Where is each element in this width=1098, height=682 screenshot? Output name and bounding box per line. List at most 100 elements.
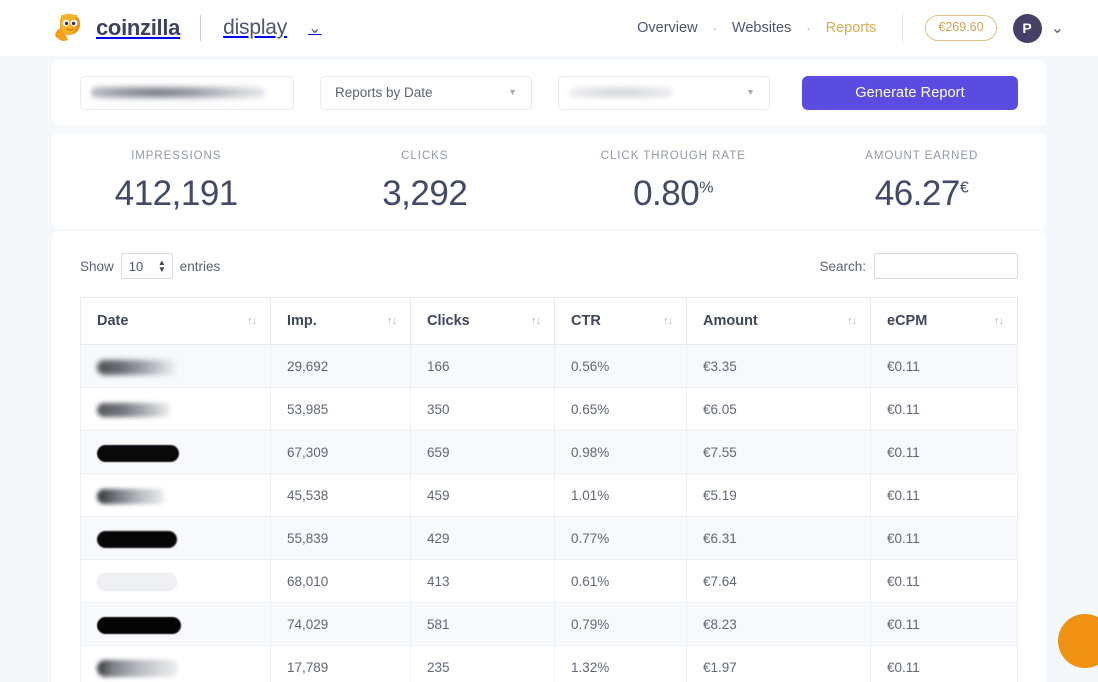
balance-badge[interactable]: €269.60 [925,15,997,41]
cell-clicks: 350 [410,387,555,431]
reports-table-card: Show 10 ▲ ▼ entries Search: Date ↑↓ Imp.… [52,231,1046,682]
cell-clicks: 413 [410,559,555,603]
cell-clicks: 235 [410,645,555,682]
column-header-imp[interactable]: Imp. ↑↓ [270,297,411,345]
cell-date [80,602,271,646]
generate-report-button[interactable]: Generate Report [802,75,1018,110]
main-nav: Overview · Websites · Reports €269.60 P … [635,13,1064,43]
cell-imp: 17,789 [270,645,411,682]
cell-date [80,559,271,603]
table-body: 29,692 166 0.56% €3.35 €0.11 53,985 350 0.65% €6… [80,344,1018,682]
chevron-down-icon: ▼ [746,87,755,97]
column-header-date[interactable]: Date ↑↓ [80,297,271,345]
cell-date [80,344,271,388]
account-menu[interactable]: P ⌄ [1012,13,1064,43]
stat-impressions: IMPRESSIONS 412,191 [52,149,301,214]
report-type-select[interactable]: Reports by Date ▼ [320,75,532,110]
nav-item-overview[interactable]: Overview [635,20,699,36]
table-row: 17,789 235 1.32% €1.97 €0.11 [80,645,1018,682]
redaction-overlay [97,444,179,462]
redaction-overlay [569,85,673,99]
nav-item-websites[interactable]: Websites [730,20,793,36]
column-header-amount[interactable]: Amount ↑↓ [686,297,871,345]
cell-imp: 68,010 [270,559,411,603]
stat-value: 46.27€ [874,174,969,214]
sort-icon: ↑↓ [663,315,673,327]
cell-ctr: 0.79% [554,602,687,646]
stat-label: CLICKS [401,149,449,162]
cell-ctr: 0.61% [554,559,687,603]
nav-separator-dot: · [712,20,717,36]
sort-icon: ↑↓ [387,315,397,327]
redaction-overlay [97,488,167,504]
column-header-clicks[interactable]: Clicks ↑↓ [410,297,555,345]
avatar: P [1012,13,1042,43]
cell-amount: €6.05 [686,387,871,431]
cell-ctr: 0.56% [554,344,687,388]
nav-divider [902,13,904,43]
website-select[interactable]: ▼ [558,75,770,110]
entries-per-page-select[interactable]: 10 ▲ ▼ [120,253,173,279]
sort-icon: ↑↓ [247,315,257,327]
page-content: Reports by Date ▼ ▼ Generate Report IMPR… [0,60,1098,682]
cell-clicks: 581 [410,602,555,646]
cell-imp: 45,538 [270,473,411,517]
cell-amount: €7.55 [686,430,871,474]
cell-date [80,473,271,517]
stat-suffix: € [959,179,969,197]
nav-item-reports[interactable]: Reports [824,20,879,36]
cell-imp: 74,029 [270,602,411,646]
stat-value: 412,191 [114,174,239,214]
cell-ctr: 0.77% [554,516,687,560]
brand-logo-link[interactable]: coinzilla display ⌄ [52,12,321,44]
search-input[interactable] [874,253,1018,279]
show-label: Show [80,258,114,274]
column-header-ecpm[interactable]: eCPM ↑↓ [870,297,1018,345]
stat-label: IMPRESSIONS [131,149,222,162]
sort-icon: ↑↓ [847,315,857,327]
cell-imp: 55,839 [270,516,411,560]
chevron-down-icon[interactable]: ⌄ [308,18,321,38]
stat-clicks: CLICKS 3,292 [301,149,550,214]
table-row: 67,309 659 0.98% €7.55 €0.11 [80,430,1018,474]
cell-date [80,387,271,431]
table-row: 68,010 413 0.61% €7.64 €0.11 [80,559,1018,603]
cell-ctr: 1.32% [554,645,687,682]
cell-ecpm: €0.11 [870,344,1018,388]
cell-amount: €7.64 [686,559,871,603]
cell-imp: 67,309 [270,430,411,474]
date-range-input[interactable] [80,75,294,110]
coinzilla-dinosaur-logo-icon [52,12,86,44]
table-controls: Show 10 ▲ ▼ entries Search: [80,251,1018,281]
cell-date [80,430,271,474]
cell-amount: €6.31 [686,516,871,560]
cell-clicks: 659 [410,430,555,474]
stat-amount-earned: AMOUNT EARNED 46.27€ [798,150,1047,214]
stat-click-through-rate: CLICK THROUGH RATE 0.80% [549,149,798,211]
cell-date [80,645,271,682]
brand-divider [200,15,202,41]
cell-imp: 29,692 [270,344,411,388]
cell-ecpm: €0.11 [870,387,1018,431]
cell-ecpm: €0.11 [870,473,1018,517]
entries-per-page-value: 10 [128,258,144,274]
stat-label: CLICK THROUGH RATE [600,149,746,162]
table-row: 53,985 350 0.65% €6.05 €0.11 [80,387,1018,431]
cell-ecpm: €0.11 [870,559,1018,603]
report-type-value: Reports by Date [335,85,433,100]
cell-ctr: 0.98% [554,430,687,474]
search-label: Search: [819,258,866,274]
redaction-overlay [91,84,265,100]
cell-clicks: 166 [410,344,555,388]
redaction-overlay [97,403,173,417]
stat-value: 3,292 [382,174,468,214]
table-header-row: Date ↑↓ Imp. ↑↓ Clicks ↑↓ CTR ↑↓ Amount ↑↓ eC… [80,297,1018,345]
cell-date [80,516,271,560]
cell-clicks: 459 [410,473,555,517]
filter-toolbar: Reports by Date ▼ ▼ Generate Report [52,60,1046,125]
table-row: 55,839 429 0.77% €6.31 €0.11 [80,516,1018,560]
column-header-ctr[interactable]: CTR ↑↓ [554,297,687,345]
up-down-spinner-icon: ▲ ▼ [157,258,166,274]
show-entries-control: Show 10 ▲ ▼ entries [80,253,220,279]
chevron-down-icon: ⌄ [1050,20,1064,37]
